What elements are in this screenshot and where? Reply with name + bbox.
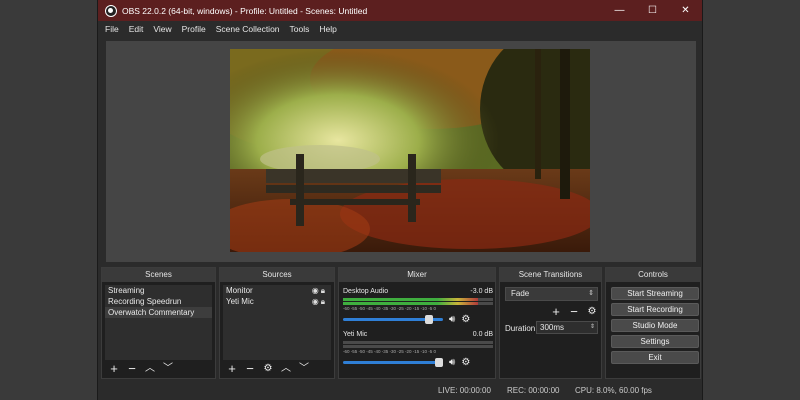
move-scene-down-button[interactable]: ﹀ (162, 362, 174, 375)
preview-area[interactable] (106, 41, 696, 262)
status-bar: LIVE: 00:00:00 REC: 00:00:00 CPU: 8.0%, … (98, 382, 702, 400)
mixer-dock: Mixer Desktop Audio -3.0 dB -60 -55 -50 … (338, 267, 496, 379)
sources-list: Monitor ◉🔒︎ Yeti Mic ◉🔒︎ (223, 285, 331, 360)
add-scene-button[interactable]: + (108, 362, 120, 375)
scene-item-streaming[interactable]: Streaming (105, 285, 212, 296)
move-source-down-button[interactable]: ﹀ (298, 362, 310, 375)
mixer-channel-yeti-mic: Yeti Mic 0.0 dB -60 -55 -50 -45 -40 -35 … (343, 331, 493, 368)
chevron-updown-icon: ⇕ (588, 290, 594, 297)
lock-icon[interactable]: 🔒︎ (321, 297, 327, 306)
remove-scene-button[interactable]: − (126, 362, 138, 375)
source-item-yeti-mic[interactable]: Yeti Mic ◉🔒︎ (223, 296, 331, 307)
obs-window: OBS 22.0.2 (64-bit, windows) - Profile: … (97, 0, 703, 400)
channel-level: 0.0 dB (472, 331, 493, 338)
lock-icon[interactable]: 🔒︎ (321, 286, 327, 295)
studio-mode-button[interactable]: Studio Mode (611, 319, 699, 332)
controls-dock: Controls Start Streaming Start Recording… (605, 267, 701, 379)
menu-file[interactable]: File (105, 24, 119, 34)
scene-item-overwatch-commentary[interactable]: Overwatch Commentary (105, 307, 212, 318)
volume-slider[interactable] (343, 358, 443, 367)
maximize-button[interactable]: ☐ (636, 5, 669, 16)
spinner-icon[interactable]: ⇕ (590, 322, 595, 333)
close-button[interactable]: ✕ (669, 5, 702, 16)
live-timer: LIVE: 00:00:00 (438, 386, 491, 395)
duration-value: 300ms (540, 323, 565, 332)
volume-meter (343, 341, 493, 344)
sources-toolbar: + − ⚙ ︿ ﹀ (226, 361, 310, 376)
exit-button[interactable]: Exit (611, 351, 699, 364)
transition-selected-value: Fade (511, 289, 530, 298)
gear-icon[interactable]: ⚙ (461, 314, 470, 325)
move-scene-up-button[interactable]: ︿ (144, 362, 156, 375)
menu-help[interactable]: Help (319, 24, 336, 34)
volume-slider[interactable] (343, 315, 443, 324)
menu-view[interactable]: View (153, 24, 171, 34)
remove-transition-button[interactable]: − (568, 305, 580, 318)
menu-bar: File Edit View Profile Scene Collection … (98, 21, 702, 37)
scenes-dock-title: Scenes (102, 268, 215, 282)
scene-transitions-dock: Scene Transitions Fade ⇕ + − ⚙ Duration … (499, 267, 602, 379)
volume-meter (343, 298, 493, 301)
eye-icon[interactable]: ◉ (312, 286, 321, 295)
start-streaming-button[interactable]: Start Streaming (611, 287, 699, 300)
duration-label: Duration (505, 324, 536, 333)
window-title: OBS 22.0.2 (64-bit, windows) - Profile: … (122, 5, 368, 16)
cpu-fps-readout: CPU: 8.0%, 60.00 fps (575, 386, 652, 395)
channel-name: Yeti Mic (343, 331, 368, 338)
menu-edit[interactable]: Edit (129, 24, 144, 34)
menu-profile[interactable]: Profile (182, 24, 206, 34)
menu-tools[interactable]: Tools (290, 24, 310, 34)
menu-scene-collection[interactable]: Scene Collection (216, 24, 280, 34)
title-bar: OBS 22.0.2 (64-bit, windows) - Profile: … (98, 0, 702, 21)
gear-icon[interactable]: ⚙ (262, 362, 274, 375)
gear-icon[interactable]: ⚙ (586, 305, 598, 318)
channel-name: Desktop Audio (343, 288, 389, 295)
sources-dock-title: Sources (220, 268, 334, 282)
meter-ticks: -60 -55 -50 -45 -40 -35 -30 -25 -20 -15 … (343, 306, 437, 311)
scenes-toolbar: + − ︿ ﹀ (108, 361, 174, 376)
settings-button[interactable]: Settings (611, 335, 699, 348)
eye-icon[interactable]: ◉ (312, 297, 321, 306)
source-label: Yeti Mic (226, 297, 254, 306)
add-source-button[interactable]: + (226, 362, 238, 375)
source-label: Monitor (226, 286, 253, 295)
duration-input[interactable]: 300ms ⇕ (536, 321, 598, 334)
sources-dock: Sources Monitor ◉🔒︎ Yeti Mic ◉🔒︎ + − ⚙ ︿… (219, 267, 335, 379)
source-item-monitor[interactable]: Monitor ◉🔒︎ (223, 285, 331, 296)
mixer-channel-desktop-audio: Desktop Audio -3.0 dB -60 -55 -50 -45 -4… (343, 288, 493, 325)
scene-item-recording-speedrun[interactable]: Recording Speedrun (105, 296, 212, 307)
mixer-dock-title: Mixer (339, 268, 495, 282)
preview-scene-image (230, 49, 590, 252)
volume-meter (343, 302, 493, 305)
meter-ticks: -60 -55 -50 -45 -40 -35 -30 -25 -20 -15 … (343, 349, 437, 354)
controls-dock-title: Controls (606, 268, 700, 282)
scenes-dock: Scenes Streaming Recording Speedrun Over… (101, 267, 216, 379)
minimize-button[interactable]: — (603, 5, 636, 16)
scenes-list: Streaming Recording Speedrun Overwatch C… (105, 285, 212, 360)
transition-select[interactable]: Fade ⇕ (505, 287, 598, 301)
speaker-icon[interactable]: 🔊︎ (449, 357, 455, 368)
gear-icon[interactable]: ⚙ (461, 357, 470, 368)
move-source-up-button[interactable]: ︿ (280, 362, 292, 375)
add-transition-button[interactable]: + (550, 305, 562, 318)
start-recording-button[interactable]: Start Recording (611, 303, 699, 316)
rec-timer: REC: 00:00:00 (507, 386, 560, 395)
volume-meter (343, 345, 493, 348)
transition-tools: + − ⚙ (550, 305, 598, 318)
transitions-dock-title: Scene Transitions (500, 268, 601, 282)
speaker-icon[interactable]: 🔊︎ (449, 314, 455, 325)
remove-source-button[interactable]: − (244, 362, 256, 375)
obs-logo-icon (105, 4, 117, 17)
channel-level: -3.0 dB (470, 288, 493, 295)
